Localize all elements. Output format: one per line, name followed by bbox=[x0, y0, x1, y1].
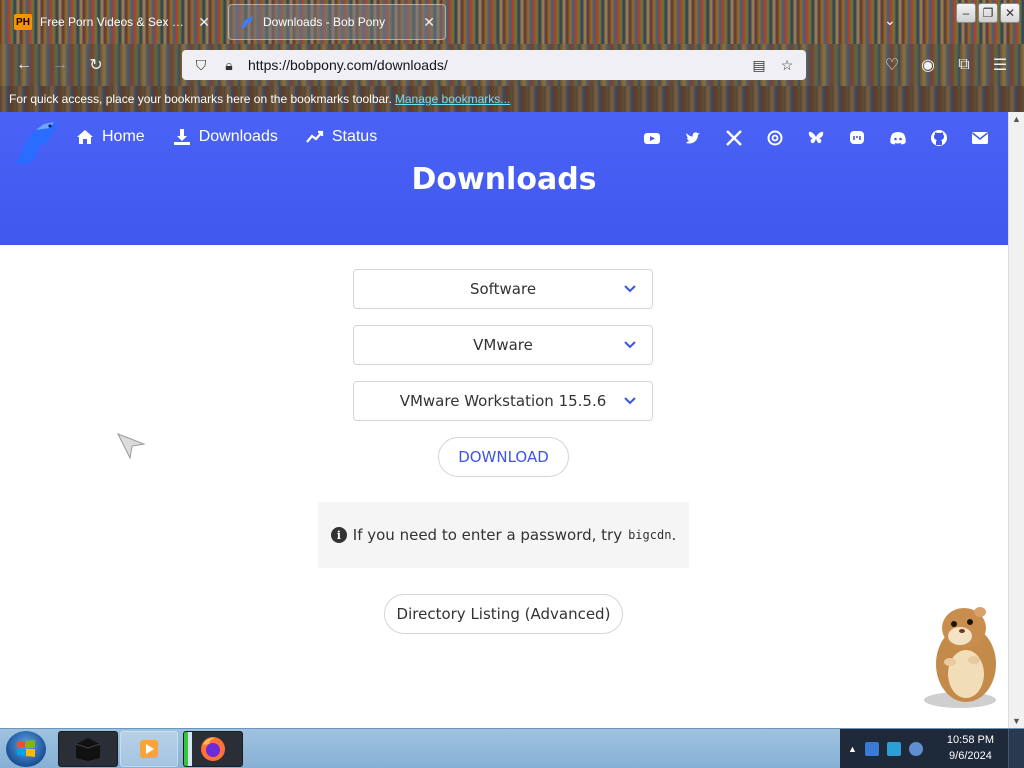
restore-button[interactable]: ❐ bbox=[978, 3, 998, 23]
social-links bbox=[642, 128, 990, 148]
taskbar-firefox-button[interactable] bbox=[183, 731, 243, 767]
page-scrollbar[interactable]: ▲ ▼ bbox=[1008, 112, 1024, 728]
site-nav: Home Downloads Status bbox=[76, 128, 377, 146]
bookmark-star-icon[interactable]: ☆ bbox=[778, 56, 796, 74]
product-select[interactable]: VMware Workstation 15.5.6 bbox=[353, 381, 653, 421]
back-icon[interactable]: ← bbox=[12, 53, 36, 77]
close-tab-icon[interactable]: ✕ bbox=[423, 14, 435, 31]
bookmarks-toolbar: For quick access, place your bookmarks h… bbox=[0, 86, 1024, 112]
tab-label: Downloads - Bob Pony bbox=[263, 15, 386, 29]
show-desktop-button[interactable] bbox=[1008, 729, 1024, 768]
windows-logo-icon bbox=[17, 740, 35, 757]
scroll-down-icon[interactable]: ▼ bbox=[1012, 716, 1021, 726]
url-bar[interactable]: ⛉ 🔒︎ https://bobpony.com/downloads/ ▤ ☆ bbox=[182, 50, 806, 80]
reload-icon[interactable]: ↻ bbox=[84, 53, 108, 77]
notice-password-code: bigcdn bbox=[628, 528, 672, 542]
vendor-select-value: VMware bbox=[473, 336, 533, 354]
tab-label: Free Porn Videos & Sex Movies bbox=[40, 15, 190, 29]
taskbar-media-player-button[interactable] bbox=[120, 731, 178, 767]
twitter-icon[interactable] bbox=[683, 128, 703, 148]
nav-home-label: Home bbox=[102, 128, 145, 145]
volume-icon[interactable] bbox=[908, 742, 923, 756]
network-icon[interactable] bbox=[886, 742, 901, 756]
tab-list-chevron-icon[interactable]: ⌄ bbox=[884, 12, 896, 29]
product-select-value: VMware Workstation 15.5.6 bbox=[399, 392, 607, 410]
nav-downloads[interactable]: Downloads bbox=[173, 128, 278, 146]
trending-up-icon bbox=[305, 130, 323, 143]
youtube-icon[interactable] bbox=[642, 128, 662, 148]
bobpony-logo-icon[interactable] bbox=[10, 116, 62, 168]
home-icon bbox=[77, 130, 93, 144]
tray-expand-icon[interactable]: ▲ bbox=[848, 744, 857, 754]
taskbar-terminal-button[interactable] bbox=[58, 731, 118, 767]
forward-icon[interactable]: → bbox=[48, 53, 72, 77]
category-select-value: Software bbox=[469, 280, 537, 298]
directory-listing-button[interactable]: Directory Listing (Advanced) bbox=[384, 594, 623, 634]
download-icon bbox=[173, 129, 190, 145]
mouse-cursor-icon bbox=[116, 433, 146, 460]
media-player-icon bbox=[140, 740, 158, 758]
info-icon: i bbox=[330, 527, 347, 543]
reader-view-icon[interactable]: ▤ bbox=[750, 56, 768, 74]
page-title: Downloads bbox=[411, 162, 597, 197]
clock-time: 10:58 PM bbox=[946, 734, 994, 746]
nav-downloads-label: Downloads bbox=[198, 128, 278, 145]
url-text[interactable]: https://bobpony.com/downloads/ bbox=[248, 57, 740, 73]
page-viewport: Home Downloads Status Downloads Software… bbox=[0, 112, 1008, 728]
tray-app-icon[interactable] bbox=[864, 742, 879, 756]
account-icon[interactable]: ◉ bbox=[916, 53, 940, 77]
pocket-icon[interactable]: ♡ bbox=[880, 53, 904, 77]
nav-status-label: Status bbox=[331, 128, 378, 145]
tab-inactive[interactable]: PH Free Porn Videos & Sex Movies ✕ bbox=[4, 4, 220, 40]
manage-bookmarks-link[interactable]: Manage bookmarks... bbox=[395, 92, 510, 106]
chevron-down-icon bbox=[624, 285, 636, 293]
notice-text: If you need to enter a password, try bbox=[352, 526, 623, 544]
close-tab-icon[interactable]: ✕ bbox=[198, 14, 210, 31]
category-select[interactable]: Software bbox=[353, 269, 653, 309]
pornhub-favicon-icon: PH bbox=[14, 14, 32, 30]
tracking-shield-icon[interactable]: ⛉ bbox=[192, 56, 210, 74]
minimize-button[interactable]: – bbox=[956, 3, 976, 23]
scroll-up-icon[interactable]: ▲ bbox=[1012, 114, 1021, 124]
github-icon[interactable] bbox=[929, 128, 949, 148]
system-tray: ▲ 10:58 PM 9/6/2024 bbox=[840, 729, 1008, 768]
window-controls: – ❐ ✕ bbox=[956, 3, 1020, 23]
bobpony-favicon-icon bbox=[241, 16, 253, 28]
bookmarks-prompt: For quick access, place your bookmarks h… bbox=[9, 92, 392, 106]
threads-icon[interactable] bbox=[765, 128, 785, 148]
mastodon-icon[interactable] bbox=[847, 128, 867, 148]
extensions-icon[interactable]: ⧉ bbox=[952, 53, 976, 77]
browser-tab-bar: PH Free Porn Videos & Sex Movies ✕ Downl… bbox=[0, 0, 1024, 44]
tab-active[interactable]: Downloads - Bob Pony ✕ bbox=[228, 4, 446, 40]
terminal-icon bbox=[75, 738, 101, 761]
windows-taskbar: ▲ 10:58 PM 9/6/2024 bbox=[0, 728, 1024, 768]
taskbar-clock[interactable]: 10:58 PM 9/6/2024 bbox=[947, 732, 994, 764]
site-header: Home Downloads Status Downloads bbox=[0, 112, 1008, 245]
vendor-select[interactable]: VMware bbox=[353, 325, 653, 365]
lock-icon[interactable]: 🔒︎ bbox=[220, 56, 238, 74]
download-button[interactable]: DOWNLOAD bbox=[438, 437, 569, 477]
bluesky-icon[interactable] bbox=[806, 128, 826, 148]
x-icon[interactable] bbox=[724, 128, 744, 148]
chevron-down-icon bbox=[624, 397, 636, 405]
discord-icon[interactable] bbox=[888, 128, 908, 148]
close-window-button[interactable]: ✕ bbox=[1000, 3, 1020, 23]
notice-period: . bbox=[671, 526, 677, 544]
start-button[interactable] bbox=[6, 731, 46, 767]
chevron-down-icon bbox=[624, 341, 636, 349]
menu-icon[interactable]: ☰ bbox=[988, 53, 1012, 77]
password-notice: i If you need to enter a password, try b… bbox=[318, 502, 689, 568]
clock-date: 9/6/2024 bbox=[949, 750, 992, 762]
firefox-icon bbox=[201, 737, 225, 761]
email-icon[interactable] bbox=[970, 128, 990, 148]
nav-status[interactable]: Status bbox=[305, 128, 378, 146]
nav-home[interactable]: Home bbox=[76, 128, 145, 146]
hamster-desktop-pet-icon[interactable] bbox=[920, 602, 1008, 712]
